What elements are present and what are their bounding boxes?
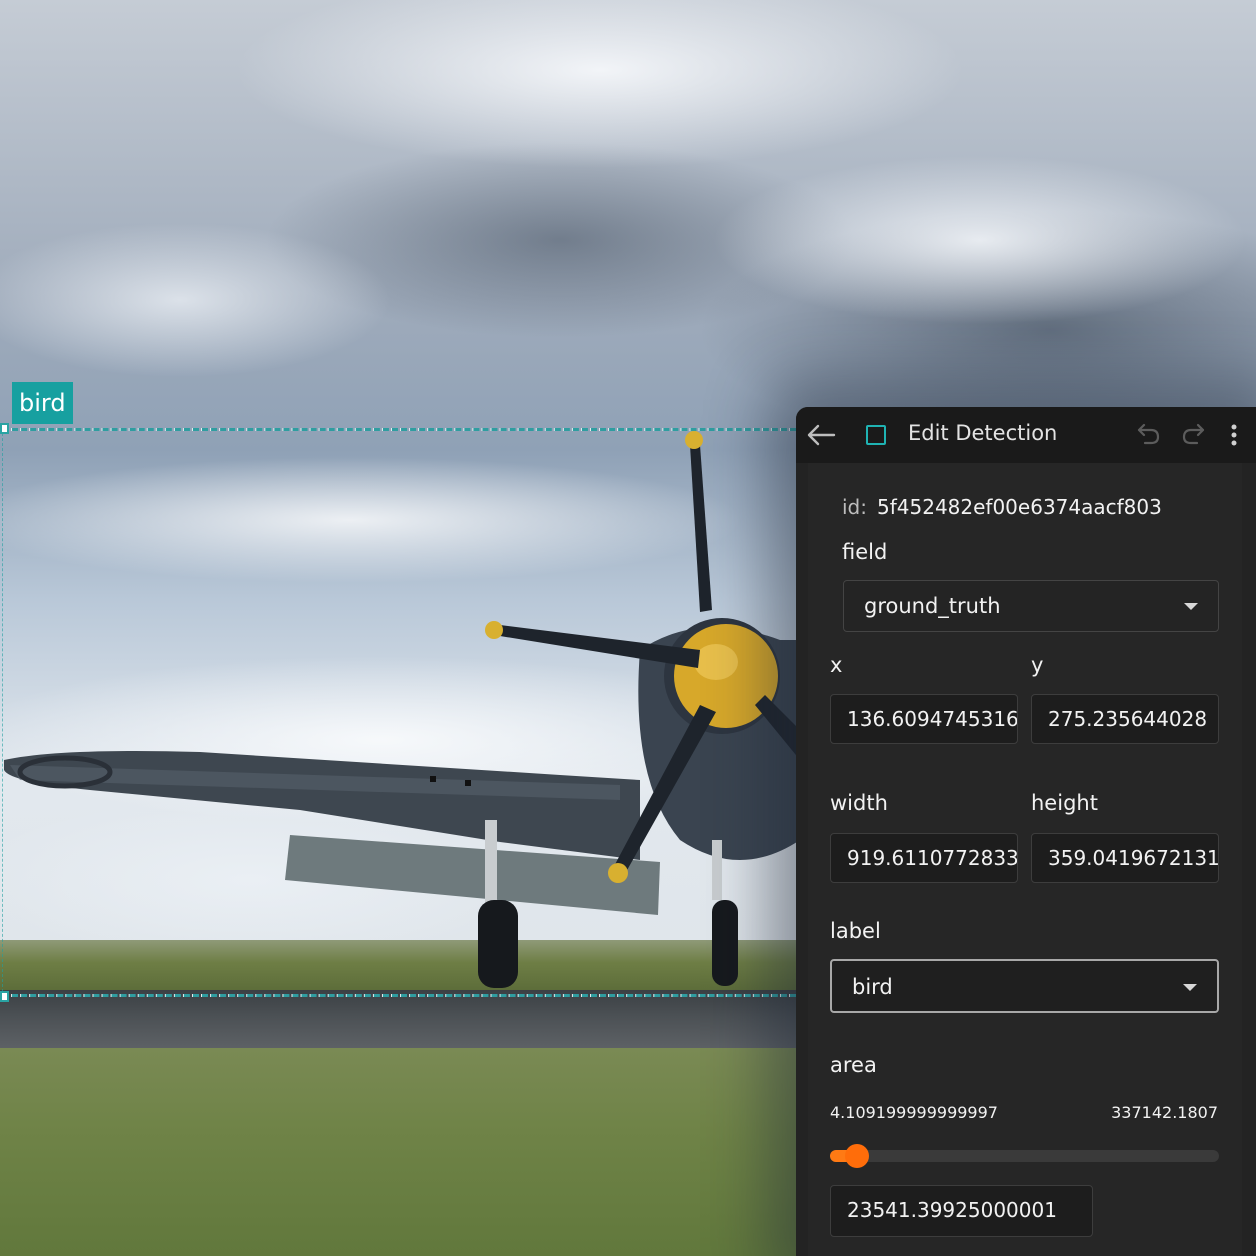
label-select-value: bird (852, 975, 893, 999)
bbox-top-edge[interactable] (3, 428, 796, 431)
more-vertical-icon[interactable] (1228, 423, 1240, 447)
arrow-left-icon[interactable] (806, 421, 836, 449)
height-label: height (1031, 791, 1098, 815)
bbox-handle-top-left[interactable] (0, 423, 9, 434)
panel-header: Edit Detection (796, 407, 1256, 463)
height-input-value: 359.0419672131 (1048, 846, 1219, 870)
chevron-down-icon (1183, 984, 1197, 991)
panel-title: Edit Detection (908, 421, 1058, 445)
x-input[interactable]: 136.6094745316 (830, 694, 1018, 744)
label-label: label (830, 919, 881, 943)
x-label: x (830, 653, 843, 677)
area-input[interactable]: 23541.39925000001 (830, 1185, 1093, 1237)
area-slider-thumb[interactable] (845, 1144, 869, 1168)
width-input[interactable]: 919.6110772833 (830, 833, 1018, 883)
edit-detection-panel: Edit Detection id: 5f452482ef00e6374aacf… (796, 407, 1256, 1256)
field-select[interactable]: ground_truth (843, 580, 1219, 632)
field-label: field (842, 540, 888, 564)
width-input-value: 919.6110772833 (847, 846, 1018, 870)
area-range-min: 4.109199999999997 (830, 1103, 998, 1122)
area-label: area (830, 1053, 877, 1077)
redo-icon[interactable] (1180, 421, 1206, 447)
bbox-handle-bottom-left[interactable] (0, 991, 9, 1002)
bbox-bottom-edge[interactable] (3, 994, 796, 997)
square-outline-icon (866, 425, 886, 445)
field-select-value: ground_truth (864, 594, 1001, 618)
area-input-value: 23541.39925000001 (847, 1198, 1057, 1222)
label-select[interactable]: bird (830, 959, 1219, 1013)
chevron-down-icon (1184, 603, 1198, 610)
width-label: width (830, 791, 888, 815)
y-label: y (1031, 653, 1044, 677)
y-input[interactable]: 275.235644028 (1031, 694, 1219, 744)
id-key: id: (842, 495, 867, 519)
id-value: 5f452482ef00e6374aacf803 (877, 495, 1162, 519)
area-range-max: 337142.1807 (1111, 1103, 1218, 1122)
area-slider[interactable] (830, 1144, 1219, 1168)
height-input[interactable]: 359.0419672131 (1031, 833, 1219, 883)
bounding-box[interactable] (2, 428, 796, 997)
undo-icon[interactable] (1136, 421, 1162, 447)
y-input-value: 275.235644028 (1048, 707, 1208, 731)
x-input-value: 136.6094745316 (847, 707, 1018, 731)
bbox-label-tag: bird (12, 382, 73, 424)
